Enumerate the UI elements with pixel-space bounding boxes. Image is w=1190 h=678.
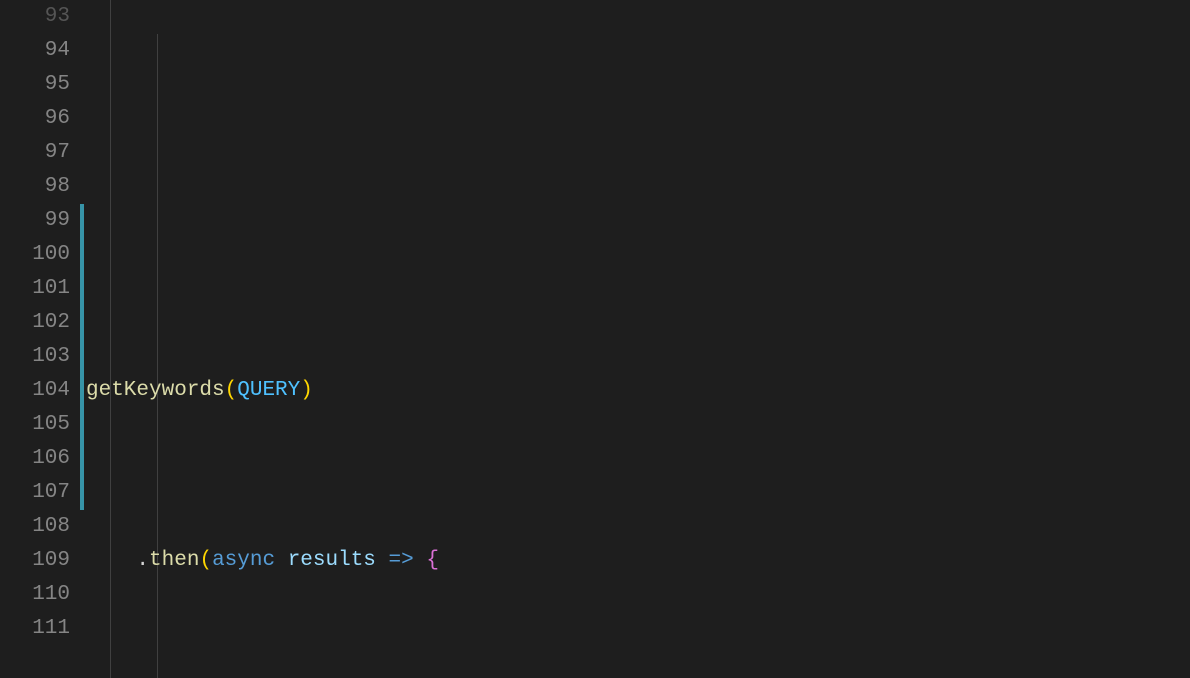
- code-line[interactable]: [86, 204, 1190, 238]
- line-number-gutter: 93 94 95 96 97 98 99 100 101 102 103 104…: [0, 0, 80, 678]
- line-number: 94: [0, 34, 70, 68]
- line-number: 98: [0, 170, 70, 204]
- code-line[interactable]: getKeywords(QUERY): [86, 374, 1190, 408]
- code-token: getKeywords: [86, 379, 225, 402]
- line-number: 100: [0, 238, 70, 272]
- code-token: ): [300, 379, 313, 402]
- code-token: results: [288, 549, 376, 572]
- code-token: QUERY: [237, 379, 300, 402]
- line-number: 107: [0, 476, 70, 510]
- line-number: 104: [0, 374, 70, 408]
- code-token: =>: [389, 549, 414, 572]
- line-number: 93: [0, 0, 70, 34]
- line-number: 103: [0, 340, 70, 374]
- line-number: 99: [0, 204, 70, 238]
- line-number: 102: [0, 306, 70, 340]
- code-token: then: [149, 549, 199, 572]
- code-editor[interactable]: 93 94 95 96 97 98 99 100 101 102 103 104…: [0, 0, 1190, 678]
- code-token: (: [199, 549, 212, 572]
- code-token: async: [212, 549, 275, 572]
- line-number: 95: [0, 68, 70, 102]
- line-number: 96: [0, 102, 70, 136]
- code-token: (: [225, 379, 238, 402]
- code-line[interactable]: .then(async results => {: [86, 544, 1190, 578]
- line-number: 108: [0, 510, 70, 544]
- line-number: 109: [0, 544, 70, 578]
- code-token: {: [426, 549, 439, 572]
- code-token: .: [136, 549, 149, 572]
- line-number: 105: [0, 408, 70, 442]
- indent-guide: [157, 34, 158, 678]
- line-number: 110: [0, 578, 70, 612]
- line-number: 106: [0, 442, 70, 476]
- line-number: 97: [0, 136, 70, 170]
- code-area[interactable]: getKeywords(QUERY) .then(async results =…: [80, 0, 1190, 678]
- line-number: 101: [0, 272, 70, 306]
- line-number: 111: [0, 612, 70, 646]
